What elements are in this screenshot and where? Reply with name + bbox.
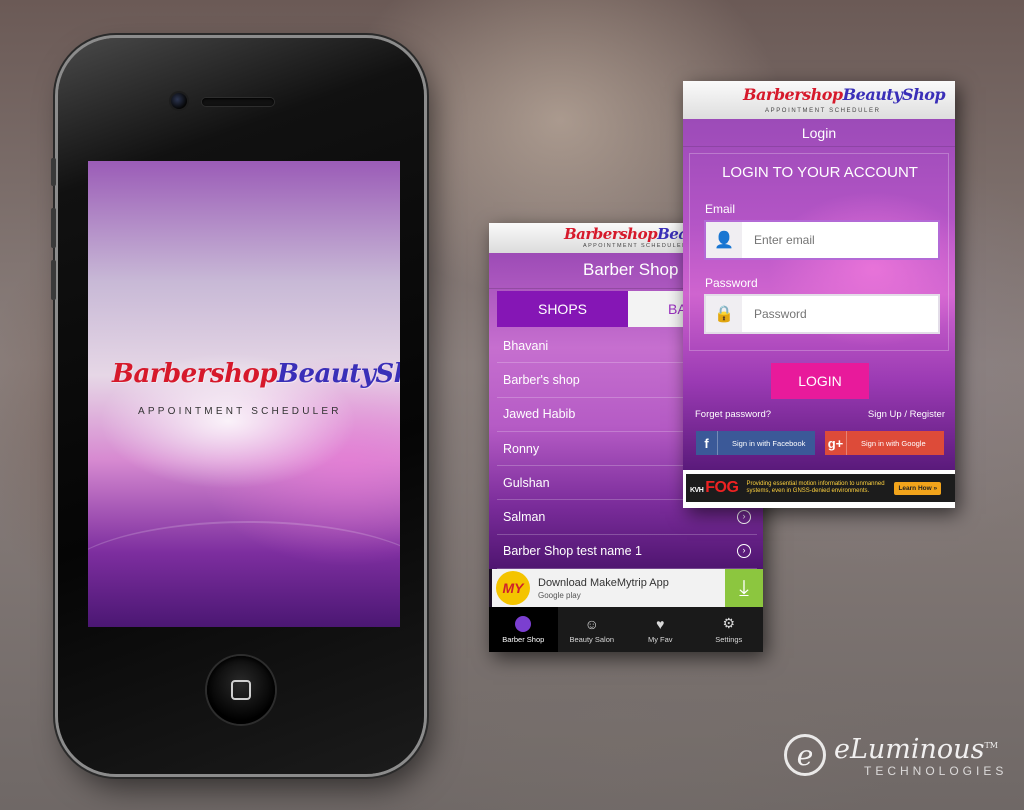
password-field[interactable] bbox=[742, 296, 938, 332]
page-title: Login bbox=[683, 119, 955, 147]
header-subtitle: APPOINTMENT SCHEDULER bbox=[583, 243, 688, 249]
nav-label: My Fav bbox=[647, 634, 673, 644]
eluminous-watermark: e eLuminousTM TECHNOLOGIES bbox=[784, 732, 1007, 778]
home-button-icon[interactable] bbox=[207, 656, 275, 724]
trademark: TM bbox=[984, 741, 998, 750]
logo-beautyshop: BeautyShop bbox=[842, 85, 946, 104]
google-plus-icon: g+ bbox=[825, 431, 847, 455]
logo-barbershop: Barbershop bbox=[743, 85, 843, 104]
facebook-icon: f bbox=[696, 431, 718, 455]
volume-down-button bbox=[51, 260, 56, 300]
logo-barbershop: Barbershop bbox=[112, 359, 278, 389]
password-label: Password bbox=[705, 276, 758, 290]
banner-brand-small: KVH bbox=[690, 487, 704, 494]
mute-switch bbox=[51, 158, 56, 186]
shop-name: Salman bbox=[503, 510, 546, 525]
header-logo: BarbershopBeautyShop bbox=[743, 85, 946, 104]
shop-name: Barber Shop test name 1 bbox=[503, 544, 642, 559]
app-logo: BarbershopBeautyShop bbox=[112, 359, 400, 389]
app-header: BarbershopBeautyShop APPOINTMENT SCHEDUL… bbox=[683, 81, 955, 119]
eluminous-logo-icon: e bbox=[784, 734, 826, 776]
iphone-device: BarbershopBeautyShop APPOINTMENT SCHEDUL… bbox=[51, 38, 424, 774]
login-heading: LOGIN TO YOUR ACCOUNT bbox=[722, 164, 918, 181]
signup-link[interactable]: Sign Up / Register bbox=[868, 409, 945, 420]
nav-label: Settings bbox=[715, 635, 743, 644]
download-icon[interactable]: ⤓ bbox=[725, 569, 763, 607]
nav-label: Barber Shop bbox=[502, 634, 545, 644]
nav-label: Beauty Salon bbox=[569, 634, 615, 644]
auth-links: Forget password? Sign Up / Register bbox=[695, 409, 945, 420]
logo-barbershop: Barbershop bbox=[564, 225, 658, 243]
app-subtitle: APPOINTMENT SCHEDULER bbox=[138, 406, 342, 417]
shop-name: Gulshan bbox=[503, 475, 550, 490]
nav-barber-shop[interactable]: Barber Shop bbox=[489, 607, 558, 652]
header-subtitle: APPOINTMENT SCHEDULER bbox=[765, 108, 881, 114]
logo-beautyshop: BeautyShop bbox=[277, 359, 400, 389]
facebook-login-button[interactable]: f Sign in with Facebook bbox=[696, 431, 815, 455]
list-item[interactable]: Barber Shop test name 1 › bbox=[497, 535, 757, 570]
camera-icon bbox=[171, 93, 187, 109]
login-body: Login LOGIN TO YOUR ACCOUNT Email 👤 Pass… bbox=[683, 119, 955, 470]
forgot-password-link[interactable]: Forget password? bbox=[695, 409, 771, 420]
shop-name: Ronny bbox=[503, 441, 540, 456]
nav-beauty-salon[interactable]: ☺ Beauty Salon bbox=[558, 607, 627, 652]
watermark-name-text: eLuminous bbox=[834, 734, 985, 765]
banner-brand-main: FOG bbox=[705, 479, 739, 496]
tab-shops[interactable]: SHOPS bbox=[497, 291, 628, 327]
email-field[interactable] bbox=[742, 222, 938, 258]
login-card: LOGIN TO YOUR ACCOUNT Email 👤 Password 🔒 bbox=[689, 153, 949, 351]
email-label: Email bbox=[705, 202, 736, 216]
watermark-tagline: TECHNOLOGIES bbox=[864, 764, 1008, 778]
google-login-button[interactable]: g+ Sign in with Google bbox=[825, 431, 944, 455]
login-screen: BarbershopBeautyShop APPOINTMENT SCHEDUL… bbox=[683, 81, 955, 508]
ad-banner[interactable]: MY Download MakeMytrip App Google play ⤓ bbox=[492, 569, 763, 607]
heart-icon: ♥ bbox=[656, 615, 665, 632]
nav-my-fav[interactable]: ♥ My Fav bbox=[626, 607, 695, 652]
email-field-wrapper: 👤 bbox=[704, 220, 940, 260]
banner-message: Providing essential motion information t… bbox=[746, 481, 885, 494]
google-button-label: Sign in with Google bbox=[861, 438, 926, 448]
password-field-wrapper: 🔒 bbox=[704, 294, 940, 334]
salon-icon: ☺ bbox=[584, 615, 599, 632]
shop-name: Barber's shop bbox=[503, 372, 580, 387]
banner-brand: KVH FOG bbox=[690, 479, 739, 497]
nav-settings[interactable]: ⚙ Settings bbox=[695, 607, 764, 652]
chevron-right-icon[interactable]: › bbox=[737, 544, 751, 559]
ad-text: Download MakeMytrip App bbox=[538, 576, 669, 589]
bottom-nav: Barber Shop ☺ Beauty Salon ♥ My Fav ⚙ Se… bbox=[489, 607, 763, 652]
user-icon: 👤 bbox=[706, 222, 742, 258]
decorative-swirl bbox=[88, 521, 400, 627]
screen-title: Barber Shop bbox=[583, 260, 679, 279]
gear-icon: ⚙ bbox=[722, 615, 736, 631]
speaker-grille bbox=[202, 98, 274, 106]
splash-screen: BarbershopBeautyShop APPOINTMENT SCHEDUL… bbox=[88, 161, 400, 627]
learn-how-button[interactable]: Learn How » bbox=[894, 481, 942, 495]
facebook-button-label: Sign in with Facebook bbox=[732, 438, 806, 448]
lock-icon: 🔒 bbox=[706, 296, 742, 332]
login-button[interactable]: LOGIN bbox=[771, 363, 869, 399]
makemytrip-logo: MY bbox=[496, 571, 530, 605]
volume-up-button bbox=[51, 208, 56, 248]
shop-name: Jawed Habib bbox=[503, 407, 576, 422]
chevron-right-icon[interactable]: › bbox=[737, 510, 751, 525]
ad-banner[interactable]: KVH FOG Providing essential motion inform… bbox=[686, 474, 955, 502]
barber-face-icon bbox=[515, 615, 532, 632]
watermark-name: eLuminousTM bbox=[834, 732, 1007, 764]
google-play-label: Google play bbox=[538, 590, 581, 600]
social-login: f Sign in with Facebook g+ Sign in with … bbox=[696, 431, 944, 455]
shop-name: Bhavani bbox=[503, 338, 549, 353]
